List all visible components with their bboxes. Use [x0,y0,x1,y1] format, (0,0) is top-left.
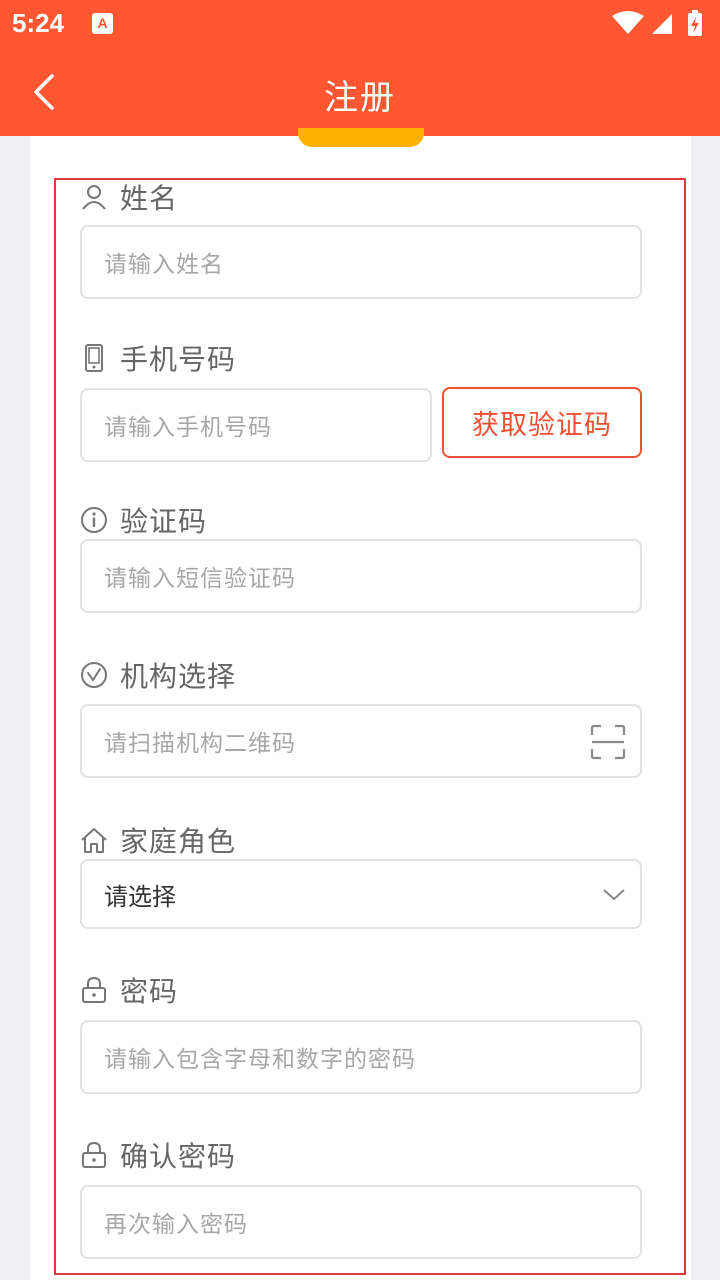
confirm-password-input[interactable]: 再次输入密码 [80,1185,642,1259]
role-select[interactable]: 请选择 [80,859,642,929]
phone-input[interactable]: 请输入手机号码 [80,388,432,462]
wifi-icon [612,11,644,34]
chevron-down-icon [602,885,626,903]
role-label: 家庭角色 [80,820,236,860]
password-placeholder: 请输入包含字母和数字的密码 [104,1047,416,1073]
code-label: 验证码 [80,500,207,540]
name-placeholder: 请输入姓名 [104,252,224,278]
phone-label-text: 手机号码 [120,343,237,376]
notification-app-icon: A [92,13,113,34]
org-input[interactable]: 请扫描机构二维码 [80,704,642,778]
app-header: 注册 [0,48,720,136]
code-label-text: 验证码 [120,505,208,538]
status-bar: 5:24 A [0,0,720,48]
name-label-text: 姓名 [120,182,179,215]
code-input[interactable]: 请输入短信验证码 [80,539,642,613]
name-input[interactable]: 请输入姓名 [80,225,642,299]
scan-icon[interactable] [590,724,626,760]
role-label-text: 家庭角色 [120,825,237,858]
org-placeholder: 请扫描机构二维码 [104,731,296,757]
role-selected-value: 请选择 [104,882,176,911]
page-title: 注册 [324,78,396,118]
status-icons [610,10,710,38]
org-label-text: 机构选择 [120,660,237,693]
tab-indicator [298,128,424,147]
confirm-password-label-text: 确认密码 [120,1140,237,1173]
battery-icon [688,10,702,36]
signal-icon [652,14,672,34]
user-icon [80,183,108,211]
password-label: 密码 [80,970,178,1010]
phone-label: 手机号码 [80,338,236,378]
confirm-password-label: 确认密码 [80,1135,236,1175]
lock-icon [80,976,108,1004]
org-label: 机构选择 [80,655,236,695]
phone-placeholder: 请输入手机号码 [104,415,272,441]
info-icon [80,506,108,534]
name-label: 姓名 [80,177,178,217]
status-time: 5:24 [12,8,65,38]
home-icon [80,826,108,854]
get-code-button[interactable]: 获取验证码 [442,387,642,458]
confirm-password-placeholder: 再次输入密码 [104,1212,248,1238]
phone-icon [80,344,108,372]
password-label-text: 密码 [120,975,179,1008]
org-icon [80,661,108,689]
code-placeholder: 请输入短信验证码 [104,566,296,592]
lock-icon [80,1141,108,1169]
password-input[interactable]: 请输入包含字母和数字的密码 [80,1020,642,1094]
